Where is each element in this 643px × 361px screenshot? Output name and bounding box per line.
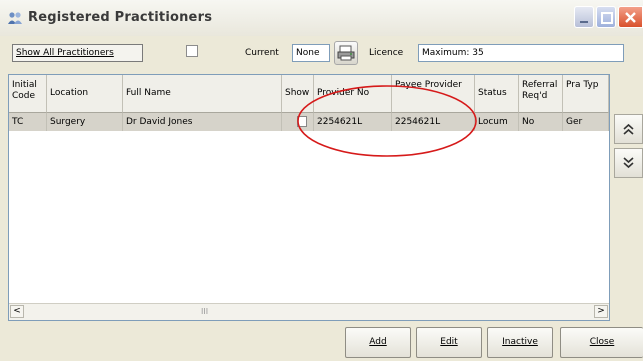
col-header-payee-provider[interactable]: Payee Provider — [392, 75, 475, 113]
close-window-button[interactable] — [618, 6, 643, 28]
show-all-label: Show All Practitioners — [16, 48, 114, 58]
current-field[interactable]: None — [292, 44, 330, 62]
edit-button[interactable]: Edit — [416, 327, 482, 358]
current-label: Current — [245, 48, 279, 58]
printer-icon — [337, 45, 355, 61]
cell-status: Locum — [475, 113, 519, 131]
col-header-location[interactable]: Location — [47, 75, 123, 113]
col-header-initial-code[interactable]: Initial Code — [9, 75, 47, 113]
cell-location: Surgery — [47, 113, 123, 131]
practitioners-grid[interactable]: Initial Code Location Full Name Show Pro… — [8, 74, 610, 321]
current-checkbox[interactable] — [186, 45, 198, 57]
cell-initial-code: TC — [9, 113, 47, 131]
table-row[interactable]: TC Surgery Dr David Jones 2254621L 22546… — [9, 113, 609, 131]
add-label: Add — [369, 337, 387, 347]
cell-referral-reqd: No — [519, 113, 563, 131]
add-button[interactable]: Add — [345, 327, 411, 358]
col-header-status[interactable]: Status — [475, 75, 519, 113]
col-header-referral-reqd[interactable]: Referral Req'd — [519, 75, 563, 113]
registered-practitioners-window: Registered Practitioners Show All Practi… — [0, 0, 643, 361]
people-icon — [7, 11, 23, 25]
close-label: Close — [589, 337, 615, 347]
double-chevron-down-icon — [623, 157, 634, 169]
title-bar[interactable]: Registered Practitioners — [0, 0, 643, 36]
close-button[interactable]: Close — [560, 327, 643, 358]
show-all-practitioners-button[interactable]: Show All Practitioners — [12, 44, 143, 62]
double-chevron-up-icon — [623, 123, 634, 135]
cell-provider-no: 2254621L — [314, 113, 392, 131]
maximize-button[interactable] — [596, 6, 616, 28]
cell-practitioner-type: Ger — [563, 113, 609, 131]
move-down-button[interactable] — [614, 148, 643, 178]
edit-label: Edit — [440, 337, 458, 347]
cell-payee-provider: 2254621L — [392, 113, 475, 131]
col-header-provider-no[interactable]: Provider No — [314, 75, 392, 113]
scroll-right-button[interactable]: > — [594, 305, 608, 318]
cell-full-name: Dr David Jones — [123, 113, 282, 131]
scroll-left-button[interactable]: < — [10, 305, 24, 318]
horizontal-scrollbar[interactable]: < III > — [9, 303, 609, 320]
grid-header: Initial Code Location Full Name Show Pro… — [9, 75, 609, 113]
inactive-button[interactable]: Inactive — [487, 327, 553, 358]
col-header-show[interactable]: Show — [282, 75, 314, 113]
show-checkbox[interactable] — [297, 116, 307, 127]
scroll-thumb-grip[interactable]: III — [201, 307, 208, 316]
minimize-button[interactable] — [574, 6, 594, 28]
licence-label: Licence — [369, 48, 404, 58]
window-title: Registered Practitioners — [28, 10, 213, 25]
col-header-full-name[interactable]: Full Name — [123, 75, 282, 113]
inactive-label: Inactive — [502, 337, 538, 347]
move-up-button[interactable] — [614, 114, 643, 144]
filter-bar: Show All Practitioners Current None Lice… — [0, 36, 643, 70]
col-header-practitioner-type[interactable]: Pra Typ — [563, 75, 609, 113]
licence-field[interactable]: Maximum: 35 — [418, 44, 624, 62]
print-button[interactable] — [334, 41, 358, 65]
